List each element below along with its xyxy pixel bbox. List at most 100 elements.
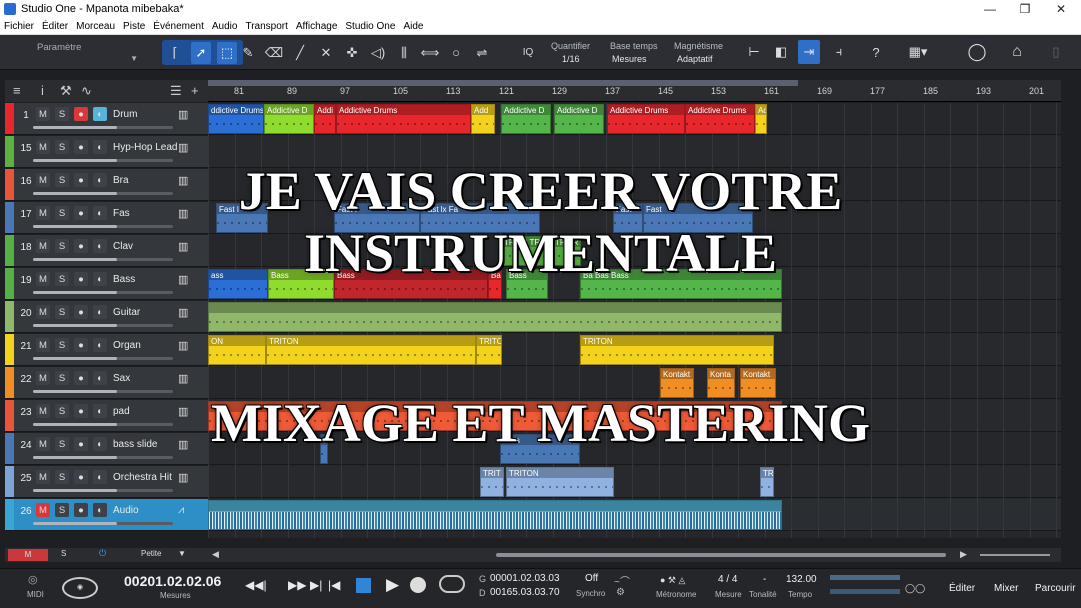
tempo-value[interactable]: 132.00 <box>786 574 817 585</box>
volume-slider[interactable] <box>33 456 173 459</box>
mute-button[interactable]: M <box>36 470 50 484</box>
menu-piste[interactable]: Piste <box>123 21 145 32</box>
zoom-icon[interactable]: ○ <box>446 42 466 64</box>
record-arm-button[interactable]: ● <box>74 503 88 517</box>
record-arm-button[interactable]: ● <box>74 107 88 121</box>
record-arm-button[interactable]: ● <box>74 371 88 385</box>
zoom-slider[interactable] <box>980 554 1050 556</box>
key-value[interactable]: - <box>763 574 766 585</box>
home-icon[interactable]: ⌂ <box>1006 40 1028 64</box>
event-clip[interactable]: TR <box>760 467 774 497</box>
mute-button[interactable]: M <box>36 140 50 154</box>
monitor-button[interactable]: ◐ <box>93 371 107 385</box>
auto-scroll-icon[interactable]: ⇥ <box>798 40 820 64</box>
horizontal-scrollbar[interactable]: ◀ ▶ <box>208 548 1061 562</box>
track-name[interactable]: Hyp-Hop Lead <box>113 142 179 153</box>
document-icon[interactable]: ▯ <box>1045 40 1067 64</box>
monitor-button[interactable]: ◐ <box>93 305 107 319</box>
event-clip[interactable]: Addi <box>314 104 336 134</box>
stop-button[interactable] <box>356 578 371 593</box>
monitor-button[interactable]: ◐ <box>93 503 107 517</box>
volume-slider[interactable] <box>33 489 173 492</box>
maximize-button[interactable]: ❐ <box>1010 0 1040 18</box>
timeline-ruler[interactable]: 81 89 97 105 113 121 129 137 145 153 161… <box>208 80 1061 102</box>
track-header[interactable]: 25 M S ● ◐ Orchestra Hit ▥ <box>5 466 208 498</box>
eraser-tool-icon[interactable]: ⌫ <box>264 42 284 64</box>
solo-button[interactable]: S <box>55 338 69 352</box>
event-clip[interactable]: TRIT <box>480 467 504 497</box>
event-clip[interactable] <box>208 500 782 530</box>
event-clip[interactable]: Addictive Drums <box>607 104 685 134</box>
solo-button[interactable]: S <box>55 503 69 517</box>
track-name[interactable]: Audio <box>113 505 179 516</box>
mix-view-button[interactable]: Mixer <box>994 583 1018 594</box>
iq-button[interactable]: IQ <box>518 41 538 63</box>
volume-slider[interactable] <box>33 522 173 525</box>
mute-all-button[interactable]: M <box>8 549 48 561</box>
user-icon[interactable]: ◯ <box>966 40 988 64</box>
mute-tool-icon[interactable]: ✕ <box>316 42 336 64</box>
event-clip[interactable]: ON <box>208 335 266 365</box>
menu-studio-one[interactable]: Studio One <box>345 21 395 32</box>
track-size-select[interactable]: Petite <box>141 549 161 558</box>
quantize-value[interactable]: 1/16 <box>562 54 580 64</box>
stretch-icon[interactable]: ⟺ <box>420 42 440 64</box>
menu-audio[interactable]: Audio <box>212 21 238 32</box>
bend-tool-icon[interactable]: ✜ <box>342 42 362 64</box>
event-clip[interactable] <box>208 302 782 332</box>
track-name[interactable]: Organ <box>113 340 179 351</box>
scrollbar-thumb[interactable] <box>496 553 946 557</box>
track-name[interactable]: Guitar <box>113 307 179 318</box>
event-clip[interactable]: TRITON <box>506 467 614 497</box>
track-name[interactable]: Sax <box>113 373 179 384</box>
track-header[interactable]: 21 M S ● ◐ Organ ▥ <box>5 334 208 366</box>
play-button[interactable]: ▶ <box>386 575 399 595</box>
end-icon[interactable]: ▶| <box>310 578 322 592</box>
sync-value[interactable]: Off <box>585 573 598 584</box>
event-clip[interactable]: ddictive Drums <box>208 104 264 134</box>
listen-tool-icon[interactable]: ◁) <box>368 42 388 64</box>
menu-morceau[interactable]: Morceau <box>76 21 115 32</box>
track-header[interactable]: 26 M S ● ◐ Audio ⩘ <box>5 499 208 531</box>
volume-slider[interactable] <box>33 357 173 360</box>
help-icon[interactable]: ? <box>865 40 887 64</box>
timebase-value[interactable]: Mesures <box>612 54 647 64</box>
menu-transport[interactable]: Transport <box>245 21 287 32</box>
list-menu-icon[interactable]: ≡ <box>13 83 21 98</box>
split-tool-icon[interactable]: ✎ <box>238 42 258 64</box>
monitor-button[interactable]: ◐ <box>93 470 107 484</box>
automation-icon[interactable]: ∿ <box>81 83 92 99</box>
wrench-icon[interactable]: ⚒ <box>60 83 72 99</box>
paint-tool-icon[interactable]: ╱ <box>290 42 310 64</box>
settings-gear-icon[interactable]: ⚙ <box>616 587 625 598</box>
solo-button[interactable]: S <box>55 470 69 484</box>
return-to-zero-icon[interactable]: ◀◀| <box>245 578 267 592</box>
menu-affichage[interactable]: Affichage <box>296 21 338 32</box>
event-clip[interactable]: TRITON <box>580 335 774 365</box>
sync-wave-icon[interactable]: ~⌒ <box>614 573 630 588</box>
track-header[interactable]: 20 M S ● ◐ Guitar ▥ <box>5 301 208 333</box>
loop-end-value[interactable]: 00165.03.03.70 <box>490 587 560 598</box>
track-name[interactable]: Drum <box>113 109 179 120</box>
browse-view-button[interactable]: Parcourir <box>1035 583 1076 594</box>
solo-button[interactable]: S <box>55 371 69 385</box>
solo-button[interactable]: S <box>55 305 69 319</box>
volume-slider[interactable] <box>33 126 173 129</box>
close-button[interactable]: ✕ <box>1046 0 1076 18</box>
event-clip[interactable]: TRITO <box>476 335 502 365</box>
loop-start-value[interactable]: 00001.02.03.03 <box>490 573 560 584</box>
comp-icon[interactable]: ⇌ <box>472 42 492 64</box>
layout-grid-icon[interactable]: ▦▾ <box>904 40 932 64</box>
solo-button[interactable]: S <box>55 107 69 121</box>
split-marker-icon[interactable]: ⫼ <box>394 42 414 64</box>
time-signature[interactable]: 4 / 4 <box>718 574 737 585</box>
record-button[interactable] <box>410 577 426 593</box>
menu-editer[interactable]: Éditer <box>42 21 68 32</box>
metronome-icons[interactable]: ● ⚒ ◬ <box>660 575 685 586</box>
master-volume-slider[interactable] <box>830 589 900 594</box>
mute-button[interactable]: M <box>36 371 50 385</box>
record-arm-button[interactable]: ● <box>74 338 88 352</box>
menu-aide[interactable]: Aide <box>403 21 423 32</box>
event-clip[interactable]: Addictive D <box>501 104 551 134</box>
record-arm-button[interactable]: ● <box>74 305 88 319</box>
